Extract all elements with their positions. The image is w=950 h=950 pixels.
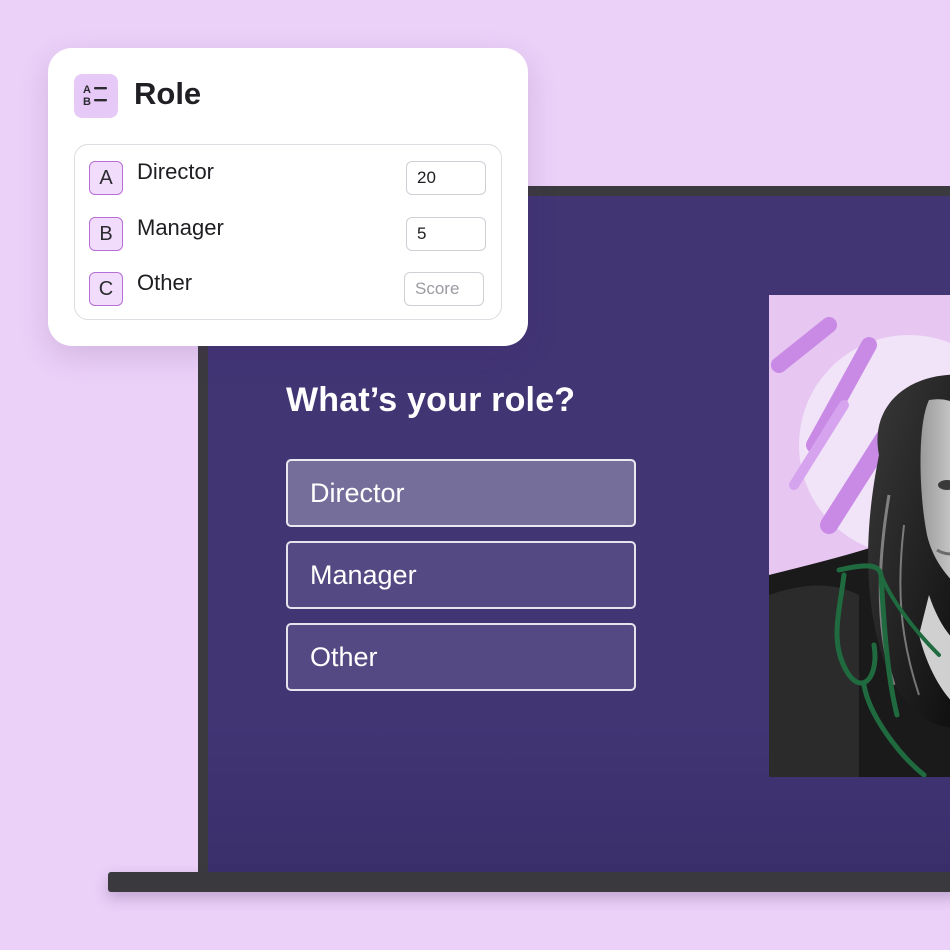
choice-letter-badge: A [89,161,123,195]
svg-text:A: A [83,84,91,96]
score-input[interactable] [406,217,486,251]
choice-label: Director [137,159,215,184]
card-title: Role [134,76,202,111]
svg-text:B: B [83,96,91,108]
role-question-card: A B Role A Director B Manager C Other [48,48,528,346]
portrait-photo [769,295,950,777]
answer-option-director[interactable]: Director [286,459,636,527]
choices-list: A Director B Manager C Other [74,144,502,320]
answer-option-other[interactable]: Other [286,623,636,691]
answer-option-manager[interactable]: Manager [286,541,636,609]
score-input[interactable] [406,161,486,195]
laptop-base [108,872,950,892]
answer-option-label: Director [310,477,405,508]
slide-question: What’s your role? [286,381,576,419]
choice-letter-badge: C [89,272,123,306]
choice-letter-badge: B [89,217,123,251]
multiple-choice-icon: A B [74,74,118,118]
answer-option-label: Other [310,641,378,672]
answer-option-label: Manager [310,559,417,590]
woman-portrait-illustration [769,295,950,777]
choice-row-a: A Director [89,159,489,197]
score-input[interactable] [404,272,484,306]
choice-label: Other [137,270,193,295]
choice-row-c: C Other [89,270,489,308]
choice-label: Manager [137,215,224,240]
choice-row-b: B Manager [89,215,489,253]
